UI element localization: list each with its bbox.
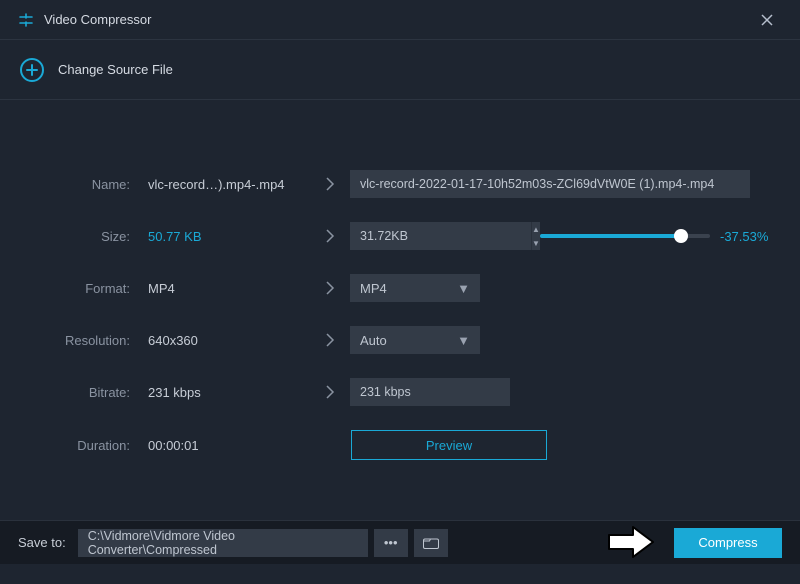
change-source-row[interactable]: Change Source File (0, 40, 800, 100)
format-select-value: MP4 (360, 281, 387, 296)
format-value: MP4 (130, 281, 310, 296)
label-bitrate: Bitrate: (30, 385, 130, 400)
window-title: Video Compressor (44, 12, 151, 27)
size-percent: -37.53% (720, 229, 768, 244)
size-target-stepper[interactable]: ▲ ▼ (350, 222, 480, 250)
resolution-select-value: Auto (360, 333, 387, 348)
chevron-right-icon (310, 229, 350, 243)
change-source-label[interactable]: Change Source File (58, 62, 173, 77)
label-duration: Duration: (30, 438, 130, 453)
label-format: Format: (30, 281, 130, 296)
settings-panel: Name: vlc-record…).mp4-.mp4 Size: 50.77 … (0, 100, 800, 460)
chevron-right-icon (310, 333, 350, 347)
browse-button[interactable]: ••• (374, 529, 408, 557)
slider-thumb[interactable] (674, 229, 688, 243)
preview-button-label: Preview (426, 438, 472, 453)
save-to-label: Save to: (18, 535, 66, 550)
resolution-value: 640x360 (130, 333, 310, 348)
compress-button-label: Compress (698, 535, 757, 550)
spinner-down[interactable]: ▼ (532, 236, 540, 250)
open-folder-button[interactable] (414, 529, 448, 557)
title-bar: Video Compressor (0, 0, 800, 40)
label-size: Size: (30, 229, 130, 244)
row-name: Name: vlc-record…).mp4-.mp4 (30, 170, 770, 198)
chevron-right-icon (310, 177, 350, 191)
compress-button[interactable]: Compress (674, 528, 782, 558)
chevron-right-icon (310, 281, 350, 295)
name-short: vlc-record…).mp4-.mp4 (130, 177, 310, 192)
label-resolution: Resolution: (30, 333, 130, 348)
row-size: Size: 50.77 KB ▲ ▼ -37.53% (30, 222, 770, 250)
duration-value: 00:00:01 (130, 438, 310, 453)
row-bitrate: Bitrate: 231 kbps (30, 378, 770, 406)
size-slider[interactable] (540, 234, 680, 238)
row-resolution: Resolution: 640x360 Auto ▼ (30, 326, 770, 354)
row-duration: Duration: 00:00:01 Preview (30, 430, 770, 460)
footer-bar: Save to: C:\Vidmore\Vidmore Video Conver… (0, 520, 800, 564)
chevron-down-icon: ▼ (457, 281, 470, 296)
label-name: Name: (30, 177, 130, 192)
bitrate-target-input[interactable] (350, 378, 510, 406)
add-icon[interactable] (20, 58, 44, 82)
row-format: Format: MP4 MP4 ▼ (30, 274, 770, 302)
bitrate-value: 231 kbps (130, 385, 310, 400)
size-target-input[interactable] (350, 222, 531, 250)
preview-button[interactable]: Preview (351, 430, 547, 460)
spinner-up[interactable]: ▲ (532, 222, 540, 236)
save-path-field[interactable]: C:\Vidmore\Vidmore Video Converter\Compr… (78, 529, 368, 557)
app-icon (18, 12, 34, 28)
save-path-text: C:\Vidmore\Vidmore Video Converter\Compr… (88, 529, 358, 557)
output-name-input[interactable] (350, 170, 750, 198)
chevron-down-icon: ▼ (457, 333, 470, 348)
format-select[interactable]: MP4 ▼ (350, 274, 480, 302)
chevron-right-icon (310, 385, 350, 399)
size-original: 50.77 KB (130, 229, 310, 244)
folder-icon (423, 537, 439, 549)
resolution-select[interactable]: Auto ▼ (350, 326, 480, 354)
close-button[interactable] (752, 5, 782, 35)
more-icon: ••• (384, 535, 398, 550)
